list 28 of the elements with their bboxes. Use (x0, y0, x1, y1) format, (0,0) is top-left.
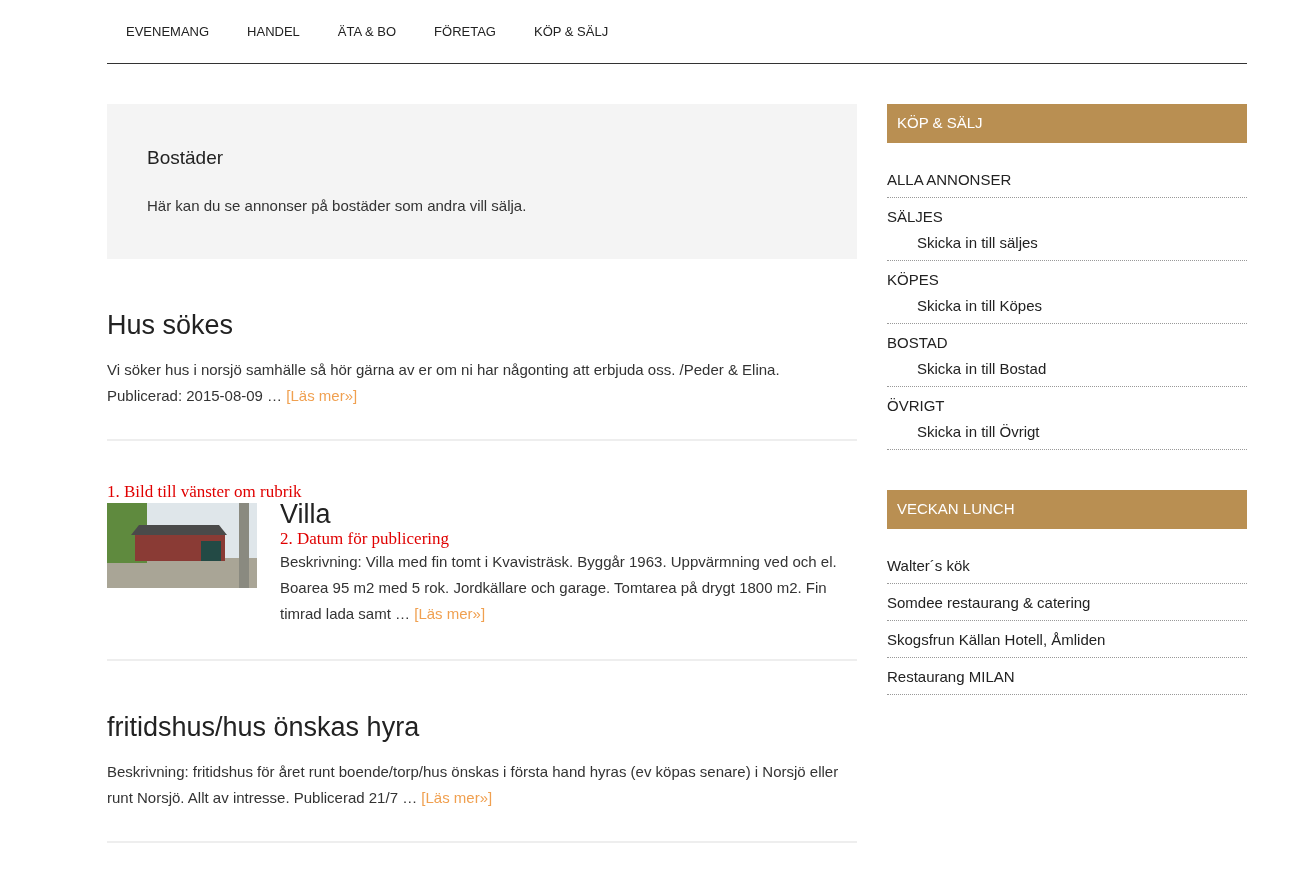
sidebar-sublink[interactable]: Skicka in till Övrigt (887, 421, 1247, 443)
nav-link[interactable]: ÄTA & BO (318, 21, 416, 42)
sidebar-link[interactable]: SÄLJES (887, 206, 1247, 228)
sidebar-sublink[interactable]: Skicka in till säljes (887, 232, 1247, 254)
sidebar-link[interactable]: ALLA ANNONSER (887, 169, 1247, 191)
sidebar-link[interactable]: ÖVRIGT (887, 395, 1247, 417)
sidebar-link[interactable]: Somdee restaurang & catering (887, 592, 1247, 614)
post-title[interactable]: Hus sökes (107, 309, 857, 343)
widget-header: VECKAN LUNCH (887, 490, 1247, 529)
post-title[interactable]: fritidshus/hus önskas hyra (107, 710, 857, 745)
intro-text: Här kan du se annonser på bostäder som andra vill sälja. (147, 195, 528, 216)
post-excerpt: Beskrivning: Villa med fin tomt i Kvavisträsk. Byggår 1963. Uppvärmning ved och el. Boarea 95 m2 med 5 rok. Jordkällare och garage. Tomtarea på drygt 1800 m2. Fin timrad lada samt … [Läs mer»] (280, 551, 838, 624)
sidebar-link[interactable]: Restaurang MILAN (887, 666, 1247, 688)
nav-link[interactable]: KÖP & SÄLJ (515, 21, 628, 42)
nav-link[interactable]: FÖRETAG (415, 21, 515, 42)
post-excerpt: Beskrivning: fritidshus för året runt boende/torp/hus önskas i första hand hyras (ev köpas senare) i Norsjö eller runt Norsjö. Allt av intresse. Publicerad 21/7 … [Läs mer»] (107, 761, 840, 808)
sidebar-link[interactable]: KÖPES (887, 269, 1247, 291)
post-excerpt: Vi söker hus i norsjö samhälle så hör gärna av er om ni har någonting att erbjuda oss. /Peder & Elina. Publicerad: 2015-08-09 … [Läs mer»] (107, 359, 781, 406)
widget-header: KÖP & SÄLJ (887, 104, 1247, 143)
sidebar-link[interactable]: Walter´s kök (887, 555, 1247, 577)
nav-link[interactable]: EVENEMANG (107, 21, 229, 42)
nav-link[interactable]: HANDEL (228, 21, 319, 42)
sidebar-link[interactable]: BOSTAD (887, 332, 1247, 354)
sidebar-link[interactable]: Skogsfrun Källan Hotell, Åmliden (887, 629, 1247, 651)
annotation-text: 2. Datum för publicering (280, 528, 450, 549)
sidebar-sublink[interactable]: Skicka in till Bostad (887, 358, 1247, 380)
intro-title: Bostäder (147, 146, 225, 170)
sidebar-sublink[interactable]: Skicka in till Köpes (887, 295, 1247, 317)
